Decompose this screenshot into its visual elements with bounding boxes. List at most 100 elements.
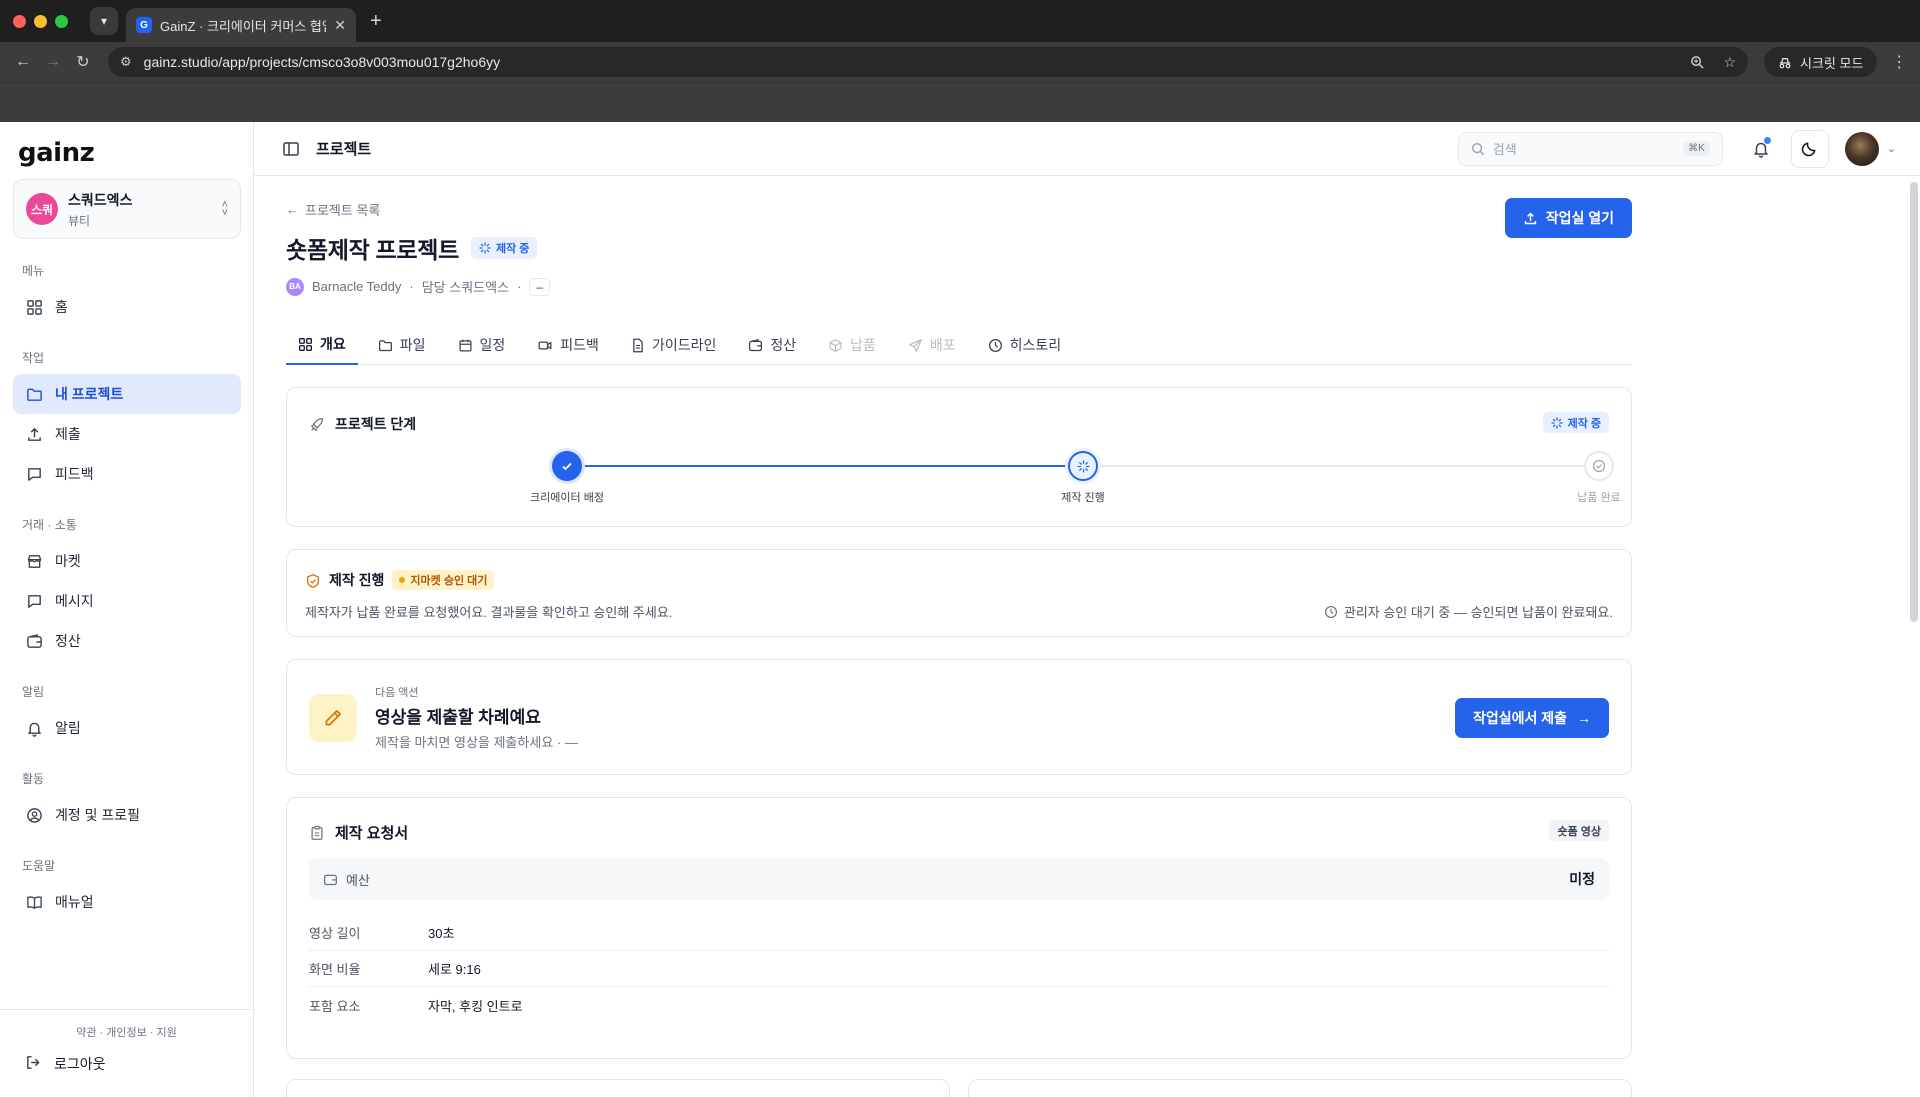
new-tab-button[interactable]: + <box>370 10 382 33</box>
sidebar: gainz 스쿼 스쿼드엑스 뷰티 ˄˅ 메뉴 홈 작업 내 프로젝트 제출 <box>0 122 254 1097</box>
sidebar-item-label: 홈 <box>55 299 68 315</box>
content-type-badge: 숏폼 영상 <box>1549 820 1609 841</box>
top-bar: 프로젝트 검색 ⌘K ⌄ <box>254 122 1920 176</box>
grid-icon <box>298 335 313 352</box>
page-label: 프로젝트 <box>316 141 372 158</box>
spec-key: 영상 길이 <box>309 926 361 941</box>
sidebar-item-feedback[interactable]: 피드백 <box>13 454 241 494</box>
nav-group-label: 작업 <box>22 351 45 365</box>
sidebar-item-label: 알림 <box>55 720 81 736</box>
sidebar-item-manual[interactable]: 매뉴얼 <box>13 882 241 922</box>
incognito-button[interactable]: 시크릿 모드 <box>1764 47 1878 77</box>
video-icon <box>537 336 553 353</box>
document-icon <box>631 336 645 353</box>
rocket-icon <box>309 415 325 432</box>
favicon-icon: G <box>136 17 152 33</box>
sidebar-item-label: 마켓 <box>55 553 81 569</box>
site-settings-icon[interactable]: ⚙ <box>120 54 132 70</box>
spec-table: 영상 길이 30초 화면 비율 세로 9:16 포함 요소 자막, 후킹 인트로 <box>309 915 1609 1023</box>
tab-search-button[interactable]: ▾ <box>90 7 118 35</box>
sidebar-item-my-projects[interactable]: 내 프로젝트 <box>13 374 241 414</box>
step-label: 크리에이터 배정 <box>530 492 604 504</box>
manager-name: 담당 스쿼드엑스 <box>421 280 510 295</box>
avatar[interactable] <box>1844 131 1879 166</box>
star-icon[interactable]: ☆ <box>1723 54 1736 71</box>
tab-label: 피드백 <box>560 336 599 353</box>
browser-tab-bar: ▾ G GainZ · 크리에이터 커머스 협업 C ✕ + <box>0 0 1920 42</box>
creator-name[interactable]: Barnacle Teddy <box>312 279 401 294</box>
sidebar-item-notifications[interactable]: 알림 <box>13 708 241 748</box>
tab-label: 배포 <box>929 336 956 353</box>
tab-feedback[interactable]: 피드백 <box>525 324 611 365</box>
stage-badge-text: 제작 중 <box>1567 417 1601 430</box>
step-label: 납품 완료 <box>1577 492 1621 504</box>
sidebar-item-market[interactable]: 마켓 <box>13 541 241 581</box>
address-bar[interactable]: ⚙ gainz.studio/app/projects/cmsco3o8v003… <box>108 47 1748 77</box>
logout-button[interactable]: 로그아웃 <box>0 1054 253 1074</box>
open-studio-button[interactable]: 작업실 열기 <box>1504 198 1632 238</box>
chevron-down-icon[interactable]: ⌄ <box>1887 142 1896 155</box>
book-icon <box>25 893 43 911</box>
more-menu-icon[interactable]: ⋮ <box>1891 52 1907 72</box>
tab-history[interactable]: 히스토리 <box>976 324 1074 365</box>
search-icon <box>1471 141 1485 157</box>
tab-overview[interactable]: 개요 <box>286 324 358 365</box>
reload-icon[interactable]: ↻ <box>68 52 98 72</box>
tab-settlement[interactable]: 정산 <box>736 324 808 365</box>
close-icon[interactable]: ✕ <box>334 17 346 34</box>
sidebar-item-submissions[interactable]: 제출 <box>13 414 241 454</box>
sidebar-item-account[interactable]: 계정 및 프로필 <box>13 795 241 835</box>
window-controls <box>13 14 68 28</box>
sidebar-item-label: 정산 <box>55 633 81 649</box>
stepper-line-done <box>567 465 1083 467</box>
logo[interactable]: gainz <box>18 138 95 168</box>
sidebar-item-settlement[interactable]: 정산 <box>13 621 241 661</box>
stage-stepper: 크리에이터 배정 제작 진행 납품 완료 <box>287 451 1631 511</box>
sidebar-toggle-icon[interactable] <box>282 139 300 157</box>
search-input[interactable]: 검색 ⌘K <box>1457 131 1723 166</box>
back-arrow-icon[interactable]: ← <box>8 53 38 71</box>
close-window-button[interactable] <box>13 14 26 28</box>
scrollbar[interactable] <box>1910 182 1918 622</box>
forward-arrow-icon[interactable]: → <box>38 53 68 71</box>
tab-label: 파일 <box>399 336 426 353</box>
sidebar-item-home[interactable]: 홈 <box>13 287 241 327</box>
sidebar-item-messages[interactable]: 메시지 <box>13 581 241 621</box>
tab-files[interactable]: 파일 <box>366 324 438 365</box>
tab-guidelines[interactable]: 가이드라인 <box>619 324 728 365</box>
tab-label: 가이드라인 <box>651 336 717 353</box>
zoom-icon[interactable] <box>1690 54 1705 71</box>
tab-label: 히스토리 <box>1009 336 1062 353</box>
check-circle-icon <box>1584 451 1614 481</box>
theme-toggle-button[interactable] <box>1790 129 1829 168</box>
spec-key: 포함 요소 <box>309 998 361 1014</box>
back-to-projects-link[interactable]: ← 프로젝트 목록 <box>286 200 1632 219</box>
stage-status-badge: 제작 중 <box>1542 412 1609 433</box>
chevron-down-icon: ▾ <box>100 14 108 28</box>
progress-note: 관리자 승인 대기 중 — 승인되면 납품이 완료돼요. <box>1324 602 1613 621</box>
folder-icon <box>25 385 43 403</box>
tab-schedule[interactable]: 일정 <box>446 324 518 365</box>
workspace-switcher[interactable]: 스쿼 스쿼드엑스 뷰티 ˄ ˅ <box>13 179 241 239</box>
notification-button[interactable] <box>1743 131 1779 167</box>
next-action-card: 다음 액션 영상을 제출할 차례예요 제작을 마치면 영상을 제출하세요 · —… <box>286 659 1632 775</box>
calendar-icon <box>458 336 473 353</box>
logout-icon <box>25 1054 42 1074</box>
status-dot <box>399 577 406 583</box>
step-assigned: 크리에이터 배정 <box>497 451 637 505</box>
project-stage-card: 프로젝트 단계 제작 중 크리에이터 배정 제작 진행 납품 완료 <box>286 387 1632 527</box>
bookmarks-bar <box>0 82 1920 122</box>
tab-label: 일정 <box>479 336 506 353</box>
minimize-window-button[interactable] <box>34 14 47 28</box>
project-content: ← 프로젝트 목록 숏폼제작 프로젝트 제작 중 작업실 열기 BA Barna… <box>286 176 1632 1097</box>
footer-links[interactable]: 약관 · 개인정보 · 지원 <box>0 1024 253 1040</box>
maximize-window-button[interactable] <box>55 14 68 28</box>
stage-title: 프로젝트 단계 <box>335 416 417 432</box>
workspace-avatar: 스쿼 <box>26 193 58 225</box>
nav-group-label: 메뉴 <box>22 264 45 278</box>
sidebar-item-label: 계정 및 프로필 <box>55 807 141 823</box>
browser-tab[interactable]: G GainZ · 크리에이터 커머스 협업 C ✕ <box>126 8 356 42</box>
nav-group-label: 거래 · 소통 <box>22 518 77 532</box>
submit-in-studio-button[interactable]: 작업실에서 제출 → <box>1454 698 1609 738</box>
browser-toolbar: ← → ↻ ⚙ gainz.studio/app/projects/cmsco3… <box>0 42 1920 82</box>
